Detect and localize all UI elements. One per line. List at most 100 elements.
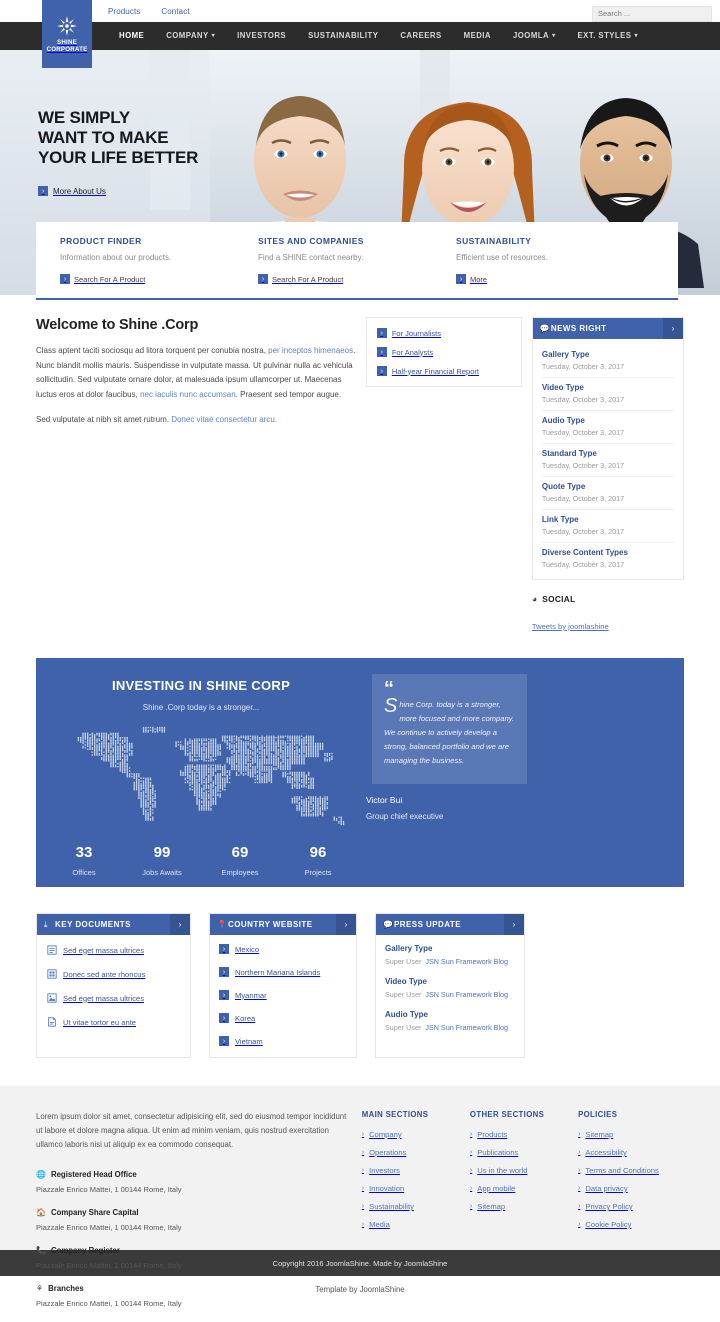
country-website-widget: 📍 COUNTRY WEBSITE › › Mexico › Northern … [209,913,357,1058]
list-item[interactable]: Sed eget massa ultrices [47,993,180,1003]
search-input[interactable] [592,5,712,22]
footer-link-sitemap-other[interactable]: › Sitemap [470,1202,570,1211]
nav-item-home[interactable]: HOME [108,22,155,50]
feature-desc: Efficient use of resources. [456,253,548,262]
nav-item-media[interactable]: MEDIA [453,22,502,50]
key-documents-more-button[interactable]: › [170,914,190,935]
footer-link-products[interactable]: › Products [470,1130,570,1139]
quicklink-half-year-report[interactable]: › Half-year Financial Report [376,366,511,376]
top-bar-links: Products Contact [108,7,190,16]
feature-link-sites-companies[interactable]: › Search For A Product [258,274,456,284]
chevron-right-icon: › [219,967,229,977]
footer-link-innovation[interactable]: › Innovation [362,1184,462,1193]
stat-employees: 69 Employees [201,844,279,877]
top-link-contact[interactable]: Contact [161,7,189,16]
quicklink-for-analysts[interactable]: › For Analysts [376,347,511,357]
quicklink-label: For Journalists [391,328,442,338]
logo-line-1: SHINE [57,38,77,46]
stat-jobs-awaits: 99 Jobs Awaits [123,844,201,877]
nav-item-ext-styles[interactable]: EXT. STYLES ▾ [567,22,649,50]
footer-link-app-mobile[interactable]: › App mobile [470,1184,570,1193]
list-item[interactable]: › Myanmar [219,990,347,1000]
news-item-date: Tuesday, October 3, 2017 [541,395,625,404]
press-author: Super User [385,990,422,999]
list-item[interactable]: › Northern Mariana Islands [219,967,347,977]
country-label: Korea [235,1013,256,1023]
download-icon: ⤓ [44,919,48,929]
footer-link-us-in-the-world[interactable]: › Us in the world [470,1166,570,1175]
list-item[interactable]: Video Type Tuesday, October 3, 2017 [541,378,674,411]
investing-left: INVESTING IN SHINE CORP Shine .Corp toda… [36,658,366,887]
footer-link-terms-and-conditions[interactable]: › Terms and Conditions [578,1166,684,1175]
press-blog[interactable]: JSN Sun Framework Blog [425,957,508,966]
list-item[interactable]: Gallery Type Super User JSN Sun Framework… [385,944,515,966]
footer-link-operations[interactable]: › Operations [362,1148,462,1157]
search-area [592,3,712,22]
chevron-right-icon: › [361,1167,365,1174]
press-update-more-button[interactable]: › [504,914,524,935]
list-item[interactable]: › Vietnam [219,1036,347,1046]
nav-item-joomla[interactable]: JOOMLA ▾ [502,22,567,50]
footer-link-publications[interactable]: › Publications [470,1148,570,1157]
nav-item-investors[interactable]: INVESTORS [226,22,297,50]
doc-image-icon [47,993,57,1003]
inline-link-3[interactable]: Donec vitae consectetur arcu. [171,415,277,424]
copyright-text: Copyright 2016 JoomlaShine. Made by Joom… [272,1258,448,1268]
chevron-right-icon: › [456,274,466,284]
list-item[interactable]: Audio Type Tuesday, October 3, 2017 [541,411,674,444]
site-logo[interactable]: SHINE CORPORATE [42,0,92,68]
footer-link-label: Us in the world [477,1166,528,1175]
footer-link-accessibility[interactable]: › Accessibility [578,1148,684,1157]
inline-link-2[interactable]: nec iaculis nunc accumsan [140,390,236,399]
tweets-link[interactable]: Tweets by joomlashine [532,622,609,631]
list-item[interactable]: Quote Type Tuesday, October 3, 2017 [541,477,674,510]
list-item[interactable]: › Korea [219,1013,347,1023]
nav-item-company[interactable]: COMPANY ▾ [155,22,226,50]
top-link-products[interactable]: Products [108,7,140,16]
quicklink-label: For Analysts [391,347,434,357]
feature-link-product-finder[interactable]: › Search For A Product [60,274,258,284]
press-blog[interactable]: JSN Sun Framework Blog [425,1023,508,1032]
footer-link-investors[interactable]: › Investors [362,1166,462,1175]
footer-link-media[interactable]: › Media [362,1220,462,1229]
footer-link-label: Investors [369,1166,400,1175]
list-item[interactable]: Link Type Tuesday, October 3, 2017 [541,510,674,543]
feature-link-sustainability[interactable]: › More [456,274,654,284]
list-item[interactable]: Diverse Content Types Tuesday, October 3… [542,543,674,575]
list-item[interactable]: › Mexico [219,944,347,954]
list-item[interactable]: Ut vitae tortor eu ante [47,1017,180,1027]
footer-link-company[interactable]: › Company [362,1130,462,1139]
list-item[interactable]: Sed eget massa ultrices [47,945,180,955]
footer-link-cookie-policy[interactable]: › Cookie Policy [578,1220,684,1229]
stat-value: 99 [153,844,171,861]
logo-line-2: CORPORATE [46,46,88,53]
footer-link-sustainability[interactable]: › Sustainability [362,1202,462,1211]
chevron-right-icon: › [469,1167,473,1174]
list-item[interactable]: Audio Type Super User JSN Sun Framework B… [385,1010,515,1032]
press-blog[interactable]: JSN Sun Framework Blog [425,990,508,999]
nav-label-media: MEDIA [463,31,491,40]
chevron-right-icon: › [578,1167,581,1174]
news-module-more-button[interactable]: › [663,318,683,339]
list-item[interactable]: Standard Type Tuesday, October 3, 2017 [541,444,674,477]
feature-title: PRODUCT FINDER [60,236,142,246]
list-item[interactable]: Donec sed ante rhoncus [47,969,180,979]
doc-label: Ut vitae tortor eu ante [63,1017,137,1027]
list-item[interactable]: Video Type Super User JSN Sun Framework B… [385,977,515,999]
footer-link-privacy-policy[interactable]: › Privacy Policy [578,1202,684,1211]
footer-address-registered-head-office: 🌐 Registered Head Office Piazzale Enrico… [36,1170,201,1194]
inline-link-1[interactable]: per inceptos himenaeos [268,346,353,355]
news-item-date: Tuesday, October 3, 2017 [541,428,625,437]
quicklink-for-journalists[interactable]: › For Journalists [376,328,511,338]
nav-item-sustainability[interactable]: SUSTAINABILITY [297,22,389,50]
country-website-more-button[interactable]: › [336,914,356,935]
footer-link-data-privacy[interactable]: › Data privacy [578,1184,684,1193]
hero-cta-button[interactable]: › More About Us [38,186,106,196]
stat-offices: 33 Offices [45,844,123,877]
nav-item-careers[interactable]: CAREERS [389,22,452,50]
press-item-meta: Super User JSN Sun Framework Blog [385,957,515,966]
footer-link-sitemap-policy[interactable]: › Sitemap [578,1130,684,1139]
chevron-right-icon: › [578,1131,581,1138]
footer-address-branches: ⚘ Branches Piazzale Enrico Mattei, 1 001… [36,1284,201,1308]
list-item[interactable]: Gallery Type Tuesday, October 3, 2017 [541,345,674,378]
